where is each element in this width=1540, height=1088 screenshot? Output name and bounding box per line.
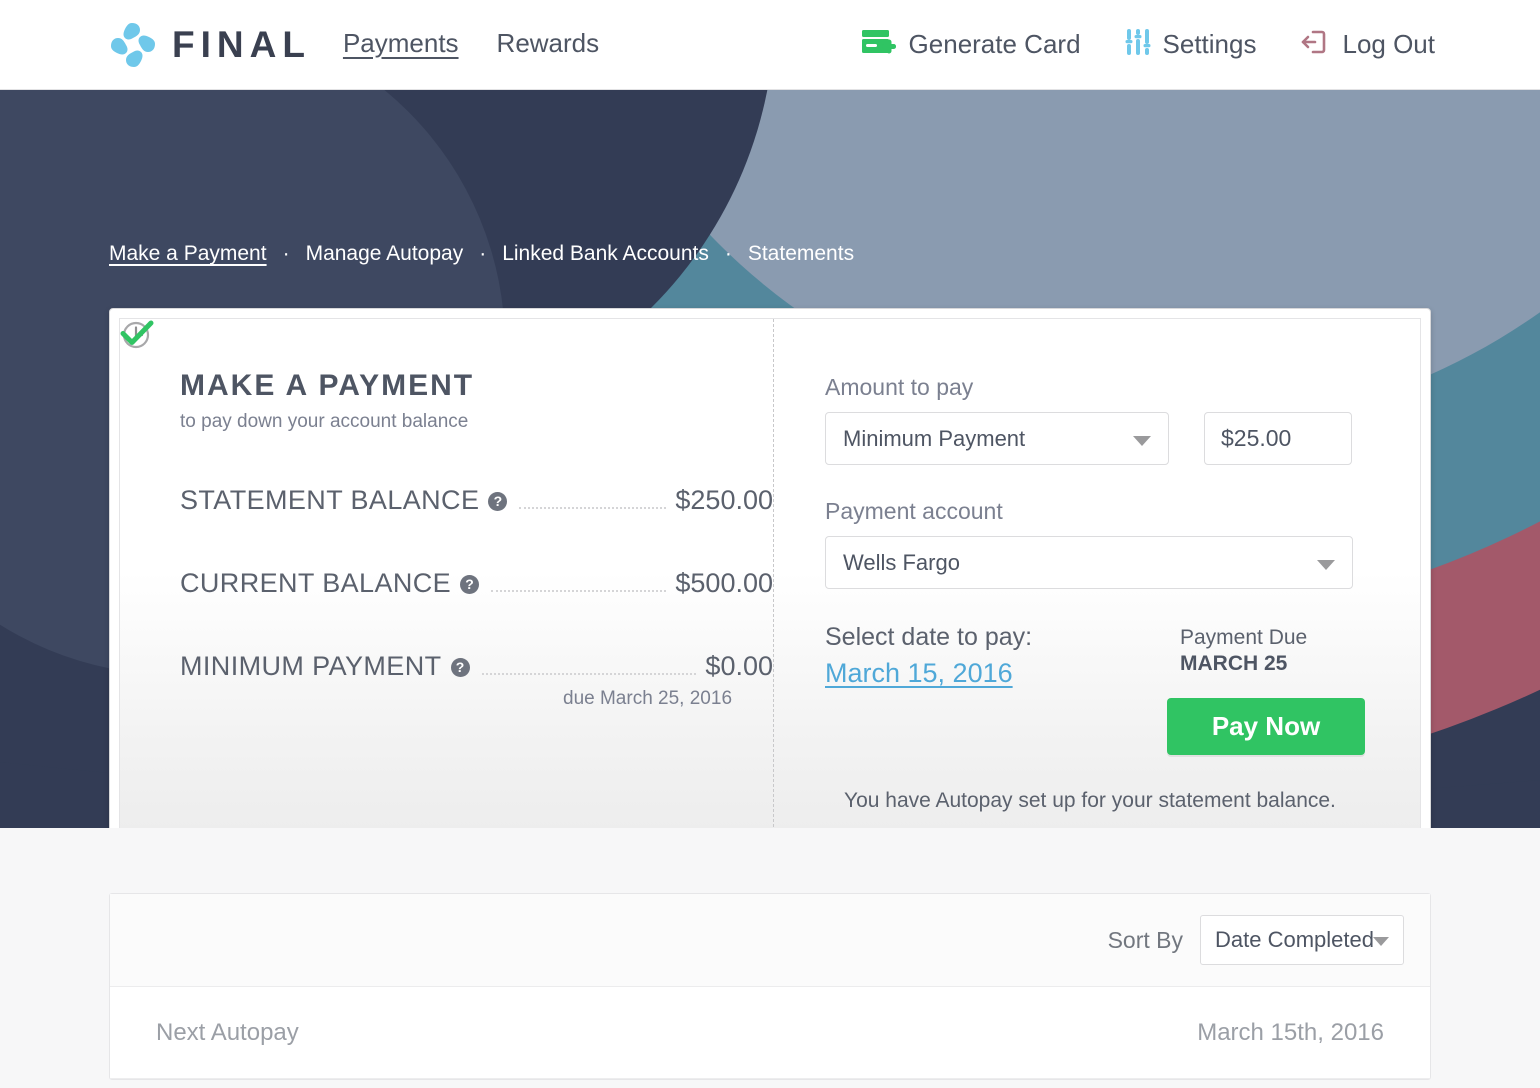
payment-form-pane: Amount to pay Minimum Payment Payment ac… [120,319,1420,828]
autopay-notice: You have Autopay set up for your stateme… [120,320,1420,813]
balances-pane: MAKE A PAYMENT to pay down your account … [120,319,773,828]
sort-by-label: Sort By [1107,926,1183,953]
breadcrumb-item-linked-bank-accounts[interactable]: Linked Bank Accounts [502,242,709,266]
list-item[interactable]: Next Autopay March 15th, 2016 [110,987,1430,1079]
payment-account-label: Payment account [825,498,1003,524]
sliders-icon [1125,28,1151,61]
payment-due-date: MARCH 25 [1180,652,1288,676]
breadcrumb-item-manage-autopay[interactable]: Manage Autopay [306,242,464,266]
activity-toolbar: Sort By Date Completed [110,894,1430,987]
minimum-payment-value: $0.00 [705,651,773,681]
app-page: FINAL Payments Rewards Generate Card Set… [0,0,1540,1088]
breadcrumb-separator: · [282,242,290,265]
dotted-leader [491,590,667,592]
activity-row-label: Next Autopay [156,1018,299,1046]
balance-row-minimum-payment: MINIMUM PAYMENT ? $0.00 [180,651,773,682]
payment-due-caption: Payment Due [1180,626,1308,649]
generate-card-label: Generate Card [908,29,1081,59]
payment-account-selected-value: Wells Fargo [843,549,960,575]
select-date-column: Select date to pay: March 15, 2016 [825,623,1167,755]
question-mark-icon[interactable]: ? [460,575,480,594]
settings-label: Settings [1162,29,1257,59]
hero-banner: Make a Payment · Manage Autopay · Linked… [0,90,1540,828]
payment-due-row: Payment Due MARCH 25 [122,321,1365,678]
balance-row-statement-balance: STATEMENT BALANCE ? $250.00 [180,485,773,516]
payment-account-select[interactable]: Wells Fargo [825,536,1353,589]
autopay-notice-text: You have Autopay set up for your stateme… [844,788,1336,812]
logout-arrow-icon [1300,28,1330,61]
final-pinwheel-logo-icon [106,18,160,72]
selected-payment-date-link[interactable]: March 15, 2016 [825,658,1013,689]
payment-due-column: Payment Due MARCH 25 Pay Now [122,321,1365,755]
chevron-down-icon [1373,937,1389,946]
nav-item-payments[interactable]: Payments [343,28,459,62]
make-a-payment-card: MAKE A PAYMENT to pay down your account … [109,308,1431,828]
activity-row-value: March 15th, 2016 [1197,1018,1384,1046]
breadcrumb: Make a Payment · Manage Autopay · Linked… [109,242,854,266]
amount-row: Minimum Payment [825,412,1420,465]
date-and-due-row: Select date to pay: March 15, 2016 Payme… [122,321,1420,755]
page-subtitle: to pay down your account balance [180,411,469,432]
sort-by-select[interactable]: Date Completed [1200,915,1404,965]
card-vertical-divider [773,319,774,828]
dotted-leader [519,507,667,509]
amount-to-pay-selected-value: Minimum Payment [843,425,1026,451]
chevron-down-icon [1133,435,1151,446]
top-navigation-bar: FINAL Payments Rewards Generate Card Set… [0,0,1540,90]
activity-section: Sort By Date Completed Next Autopay Marc… [0,828,1540,1088]
page-title: MAKE A PAYMENT [180,369,475,402]
question-mark-icon[interactable]: ? [450,658,470,677]
credit-card-plus-icon [861,28,897,61]
log-out-label: Log Out [1342,29,1435,59]
log-out-button[interactable]: Log Out [1300,28,1435,61]
statement-balance-value: $250.00 [675,485,773,515]
amount-to-pay-label: Amount to pay [825,374,974,400]
brand-lockup[interactable]: FINAL [106,18,311,72]
nav-item-rewards[interactable]: Rewards [497,28,600,62]
breadcrumb-item-statements[interactable]: Statements [748,242,854,266]
make-a-payment-card-inner: MAKE A PAYMENT to pay down your account … [119,318,1421,828]
breadcrumb-separator: · [479,242,487,265]
settings-button[interactable]: Settings [1125,28,1257,61]
minimum-payment-due-note: due March 25, 2016 [563,688,733,709]
amount-input[interactable] [1204,412,1352,465]
payment-due-text: Payment Due MARCH 25 [1180,625,1307,678]
select-date-prompt: Select date to pay: [825,623,1033,651]
activity-card: Sort By Date Completed Next Autopay Marc… [109,893,1431,1080]
balance-row-current-balance: CURRENT BALANCE ? $500.00 [180,568,773,599]
brand-name: FINAL [172,24,311,65]
nav-actions: Generate Card Settings Log Out [817,28,1435,61]
breadcrumb-separator: · [724,242,732,265]
minimum-payment-label: MINIMUM PAYMENT [180,651,442,681]
current-balance-label: CURRENT BALANCE [180,568,452,598]
question-mark-icon[interactable]: ? [488,492,508,511]
primary-nav: Payments Rewards [343,28,637,62]
chevron-down-icon [1317,559,1335,570]
breadcrumb-item-make-a-payment[interactable]: Make a Payment [109,242,267,266]
amount-to-pay-select[interactable]: Minimum Payment [825,412,1169,465]
statement-balance-label: STATEMENT BALANCE [180,485,480,515]
current-balance-value: $500.00 [675,568,773,598]
dotted-leader [481,673,697,675]
pay-now-button[interactable]: Pay Now [1167,697,1365,755]
generate-card-button[interactable]: Generate Card [861,28,1081,61]
sort-by-selected-value: Date Completed [1215,927,1374,952]
